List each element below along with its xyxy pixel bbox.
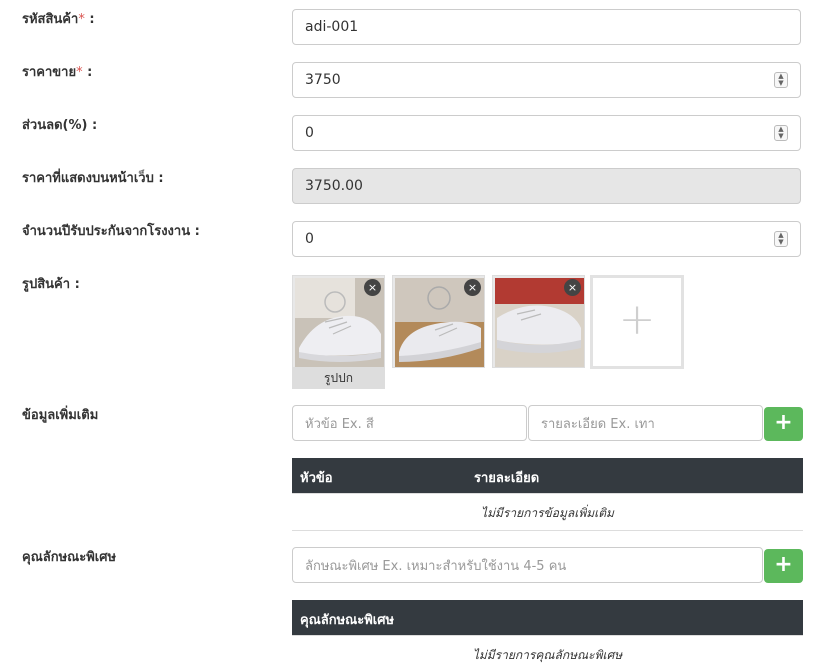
number-spinner-icon[interactable]: ▲ ▼: [774, 125, 788, 141]
cover-photo-caption: รูปปก: [292, 368, 385, 389]
column-header-topic: หัวข้อ: [300, 471, 333, 486]
features-input[interactable]: ลักษณะพิเศษ Ex. เหมาะสำหรับใช้งาน 4-5 คน: [292, 547, 763, 583]
extra-info-table-header: หัวข้อ รายละเอียด: [292, 458, 803, 493]
warranty-input[interactable]: 0 ▲ ▼: [292, 221, 801, 257]
table-divider: [292, 493, 803, 494]
features-label: คุณลักษณะพิเศษ: [22, 550, 117, 565]
photos-label: รูปสินค้า :: [22, 277, 80, 292]
extra-info-detail-input[interactable]: รายละเอียด Ex. เทา: [528, 405, 763, 441]
add-photo-button[interactable]: +: [590, 275, 684, 369]
add-extra-info-button[interactable]: +: [764, 407, 803, 441]
delete-photo-icon[interactable]: ×: [364, 279, 381, 296]
product-photo-3[interactable]: ×: [492, 275, 585, 368]
column-header-feature: คุณลักษณะพิเศษ: [300, 613, 395, 628]
product-photo-2[interactable]: ×: [392, 275, 485, 368]
features-empty-text: ไม่มีรายการคุณลักษณะพิเศษ: [472, 648, 623, 662]
features-table-header: คุณลักษณะพิเศษ: [292, 600, 803, 635]
price-label: ราคาขาย* :: [22, 65, 93, 80]
sku-label: รหัสสินค้า* :: [22, 12, 95, 27]
delete-photo-icon[interactable]: ×: [564, 279, 581, 296]
web-price-label: ราคาที่แสดงบนหน้าเว็บ :: [22, 171, 164, 186]
table-divider: [292, 530, 803, 531]
extra-info-empty-text: ไม่มีรายการข้อมูลเพิ่มเติม: [481, 506, 614, 520]
sku-input[interactable]: adi-001: [292, 9, 801, 45]
column-header-detail: รายละเอียด: [474, 471, 540, 486]
extra-info-label: ข้อมูลเพิ่มเติม: [22, 408, 99, 423]
web-price-input: 3750.00: [292, 168, 801, 204]
add-feature-button[interactable]: +: [764, 549, 803, 583]
delete-photo-icon[interactable]: ×: [464, 279, 481, 296]
price-input[interactable]: 3750 ▲ ▼: [292, 62, 801, 98]
warranty-label: จำนวนปีรับประกันจากโรงงาน :: [22, 224, 200, 239]
number-spinner-icon[interactable]: ▲ ▼: [774, 72, 788, 88]
table-divider: [292, 635, 803, 636]
product-photo-1[interactable]: ×: [292, 275, 385, 368]
discount-input[interactable]: 0 ▲ ▼: [292, 115, 801, 151]
number-spinner-icon[interactable]: ▲ ▼: [774, 231, 788, 247]
discount-label: ส่วนลด(%) :: [22, 118, 98, 133]
extra-info-topic-input[interactable]: หัวข้อ Ex. สี: [292, 405, 527, 441]
